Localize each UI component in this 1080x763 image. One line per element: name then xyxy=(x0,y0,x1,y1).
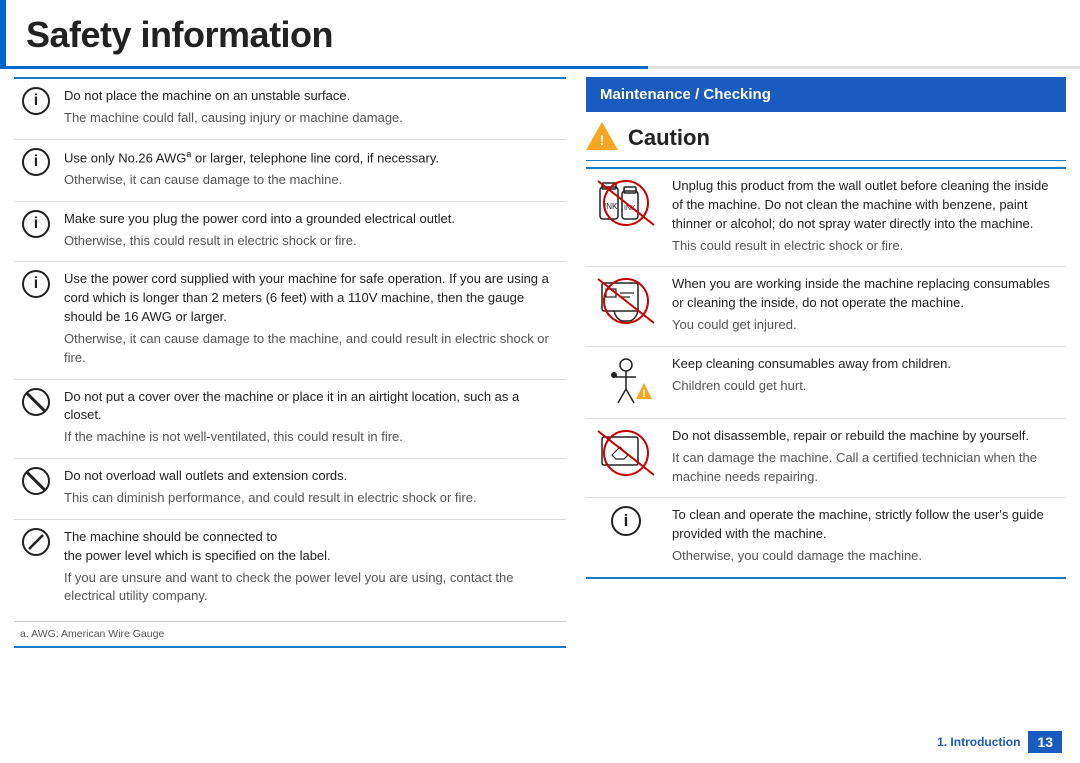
info-right-icon: i xyxy=(611,506,641,536)
svg-text:!: ! xyxy=(642,388,646,400)
text-line: Otherwise, this could result in electric… xyxy=(64,232,560,251)
text-line: If you are unsure and want to check the … xyxy=(64,569,560,607)
bottles-icon: INK INK xyxy=(594,177,658,229)
right-column: Maintenance / Checking ! Caution INK INK… xyxy=(586,77,1066,648)
child-icon: ! xyxy=(594,355,658,407)
icon-cell: i xyxy=(14,139,58,201)
table-row: Do not disassemble, repair or rebuild th… xyxy=(586,418,1066,498)
icon-cell: i xyxy=(14,79,58,139)
table-row: i Use the power cord supplied with your … xyxy=(14,262,566,379)
right-icon-cell xyxy=(586,418,666,498)
left-column: i Do not place the machine on an unstabl… xyxy=(14,77,566,648)
table-row: i To clean and operate the machine, stri… xyxy=(586,498,1066,578)
footnote: a. AWG: American Wire Gauge xyxy=(14,621,566,642)
footer-page-number: 13 xyxy=(1028,731,1062,753)
info-icon: i xyxy=(22,210,50,238)
icon-cell: i xyxy=(14,262,58,379)
icon-cell: i xyxy=(14,201,58,262)
right-icon-cell: INK INK xyxy=(586,168,666,267)
text-line: Do not place the machine on an unstable … xyxy=(64,87,560,106)
text-cell: Do not place the machine on an unstable … xyxy=(58,79,566,139)
table-row: Do not put a cover over the machine or p… xyxy=(14,379,566,459)
text-line: Make sure you plug the power cord into a… xyxy=(64,210,560,229)
text-line: Do not put a cover over the machine or p… xyxy=(64,388,560,426)
text-line: Do not disassemble, repair or rebuild th… xyxy=(672,427,1060,446)
text-cell: Use only No.26 AWGa or larger, telephone… xyxy=(58,139,566,201)
text-cell: Make sure you plug the power cord into a… xyxy=(58,201,566,262)
right-text-cell: Unplug this product from the wall outlet… xyxy=(666,168,1066,267)
section-header: Maintenance / Checking xyxy=(586,77,1066,112)
text-cell: Do not put a cover over the machine or p… xyxy=(58,379,566,459)
right-icon-cell xyxy=(586,267,666,347)
caution-header: ! Caution xyxy=(586,122,1066,161)
right-text-cell: To clean and operate the machine, strict… xyxy=(666,498,1066,578)
text-line: Otherwise, it can cause damage to the ma… xyxy=(64,330,560,368)
text-line: If the machine is not well-ventilated, t… xyxy=(64,428,560,447)
table-row: i Make sure you plug the power cord into… xyxy=(14,201,566,262)
no-icon xyxy=(22,388,50,416)
table-row: When you are working inside the machine … xyxy=(586,267,1066,347)
table-row: The machine should be connected tothe po… xyxy=(14,519,566,617)
table-row: i Do not place the machine on an unstabl… xyxy=(14,79,566,139)
table-row: i Use only No.26 AWGa or larger, telepho… xyxy=(14,139,566,201)
svg-text:INK: INK xyxy=(604,202,618,211)
icon-cell xyxy=(14,459,58,520)
text-line: It can damage the machine. Call a certif… xyxy=(672,449,1060,487)
text-cell: The machine should be connected tothe po… xyxy=(58,519,566,617)
power-slash-icon xyxy=(22,528,50,556)
right-text-cell: Do not disassemble, repair or rebuild th… xyxy=(666,418,1066,498)
info-icon: i xyxy=(22,270,50,298)
text-line: Use the power cord supplied with your ma… xyxy=(64,270,560,327)
text-line: Otherwise, you could damage the machine. xyxy=(672,547,1060,566)
text-line: Children could get hurt. xyxy=(672,377,1060,396)
right-text-cell: When you are working inside the machine … xyxy=(666,267,1066,347)
right-icon-cell: ! xyxy=(586,346,666,418)
text-line: Do not overload wall outlets and extensi… xyxy=(64,467,560,486)
text-line: When you are working inside the machine … xyxy=(672,275,1060,313)
text-line: Unplug this product from the wall outlet… xyxy=(672,177,1060,234)
caution-triangle-icon: ! xyxy=(586,122,618,154)
text-line: The machine should be connected tothe po… xyxy=(64,528,560,566)
text-line: Use only No.26 AWGa or larger, telephone… xyxy=(64,148,560,168)
left-safety-table: i Do not place the machine on an unstabl… xyxy=(14,79,566,617)
right-text-cell: Keep cleaning consumables away from chil… xyxy=(666,346,1066,418)
text-line: This can diminish performance, and could… xyxy=(64,489,560,508)
text-cell: Use the power cord supplied with your ma… xyxy=(58,262,566,379)
caution-label: Caution xyxy=(628,125,710,151)
icon-cell xyxy=(14,519,58,617)
hand-machine-icon xyxy=(594,275,658,327)
table-row: Do not overload wall outlets and extensi… xyxy=(14,459,566,520)
repair-icon xyxy=(594,427,658,479)
text-line: Keep cleaning consumables away from chil… xyxy=(672,355,1060,374)
page-title: Safety information xyxy=(0,0,1080,66)
no-icon xyxy=(22,467,50,495)
right-maintenance-table: INK INK Unplug this product from the wal… xyxy=(586,167,1066,579)
footer-section-label: 1. Introduction xyxy=(937,735,1020,749)
page-footer: 1. Introduction 13 xyxy=(937,731,1062,753)
text-line: You could get injured. xyxy=(672,316,1060,335)
text-line: This could result in electric shock or f… xyxy=(672,237,1060,256)
right-icon-cell: i xyxy=(586,498,666,578)
text-line: To clean and operate the machine, strict… xyxy=(672,506,1060,544)
info-icon: i xyxy=(22,148,50,176)
text-line: Otherwise, it can cause damage to the ma… xyxy=(64,171,560,190)
table-row: INK INK Unplug this product from the wal… xyxy=(586,168,1066,267)
text-cell: Do not overload wall outlets and extensi… xyxy=(58,459,566,520)
info-icon: i xyxy=(22,87,50,115)
icon-cell xyxy=(14,379,58,459)
text-line: The machine could fall, causing injury o… xyxy=(64,109,560,128)
table-row: ! Keep cleaning consumables away from ch… xyxy=(586,346,1066,418)
